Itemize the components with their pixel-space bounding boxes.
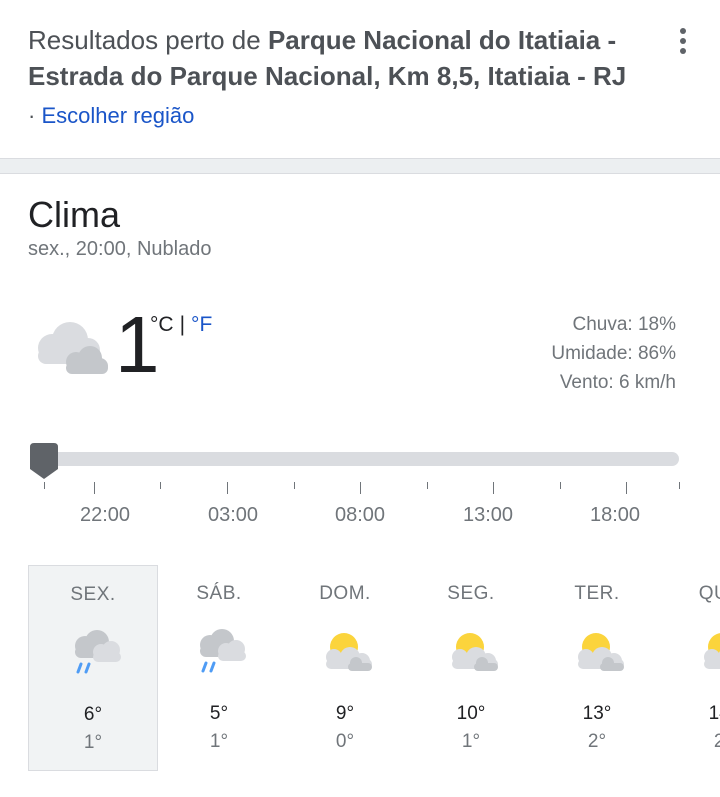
timeline-label: 13:00: [462, 504, 514, 526]
more-options-icon[interactable]: [670, 26, 696, 56]
section-divider: [0, 158, 720, 174]
location-separator: ·: [28, 103, 42, 128]
timeline-ticks: [0, 482, 720, 494]
unit-fahrenheit[interactable]: °F: [191, 313, 212, 336]
day-name: DOM.: [319, 583, 371, 604]
day-name: QUA.: [698, 583, 720, 604]
location-card: Resultados perto de Parque Nacional do I…: [0, 0, 720, 158]
timeline-track[interactable]: [40, 452, 679, 466]
low-temp: 1°: [209, 731, 229, 752]
low-temp: 1°: [461, 731, 481, 752]
day-forecast-sat[interactable]: SÁB. 5° 1°: [154, 565, 284, 771]
unit-toggle: °C | °F: [150, 313, 212, 337]
day-forecast-fri[interactable]: SEX. 6° 1°: [28, 565, 158, 771]
weather-stats: Chuva: 18% Umidade: 86% Vento: 6 km/h: [490, 310, 676, 397]
rain-cloud-icon: [75, 630, 121, 674]
location-text: Resultados perto de Parque Nacional do I…: [28, 22, 628, 134]
change-region-link[interactable]: Escolher região: [41, 103, 194, 128]
partly-cloudy-icon: [452, 633, 498, 671]
day-forecast-wed[interactable]: QUA. 14° 2°: [658, 565, 720, 771]
day-name: SEX.: [70, 584, 116, 605]
low-temp: 2°: [713, 731, 720, 752]
high-temp: 14°: [708, 703, 720, 724]
low-temp: 1°: [83, 732, 103, 753]
timeline-label: 22:00: [79, 504, 131, 526]
timeline-label: 03:00: [207, 504, 259, 526]
partly-cloudy-icon: [326, 633, 372, 671]
day-name: SEG.: [447, 583, 495, 604]
partly-cloudy-icon: [578, 633, 624, 671]
day-forecast-tue[interactable]: TER. 13° 2°: [532, 565, 662, 771]
unit-celsius[interactable]: °C: [150, 313, 174, 336]
weather-subtitle: sex., 20:00, Nublado: [28, 238, 212, 260]
location-prefix: Resultados perto de: [28, 25, 268, 55]
rain-cloud-icon: [200, 629, 246, 673]
timeline-slider-handle[interactable]: [30, 443, 58, 479]
high-temp: 10°: [456, 703, 486, 724]
unit-separator: |: [179, 313, 186, 336]
low-temp: 2°: [587, 731, 607, 752]
timeline-label: 08:00: [334, 504, 386, 526]
day-forecast-sun[interactable]: DOM. 9° 0°: [280, 565, 410, 771]
day-name: SÁB.: [196, 583, 242, 604]
low-temp: 0°: [335, 731, 355, 752]
day-forecast-mon[interactable]: SEG. 10° 1°: [406, 565, 536, 771]
wind-speed: Vento: 6 km/h: [559, 372, 676, 393]
high-temp: 13°: [582, 703, 612, 724]
cloudy-icon: [38, 322, 108, 374]
weather-title: Clima: [28, 194, 121, 235]
timeline-label: 18:00: [589, 504, 641, 526]
high-temp: 6°: [83, 704, 103, 725]
rain-chance: Chuva: 18%: [572, 314, 676, 335]
high-temp: 9°: [335, 703, 355, 724]
day-name: TER.: [574, 583, 620, 604]
humidity: Umidade: 86%: [551, 343, 676, 364]
partly-cloudy-icon: [704, 633, 720, 669]
high-temp: 5°: [209, 703, 229, 724]
